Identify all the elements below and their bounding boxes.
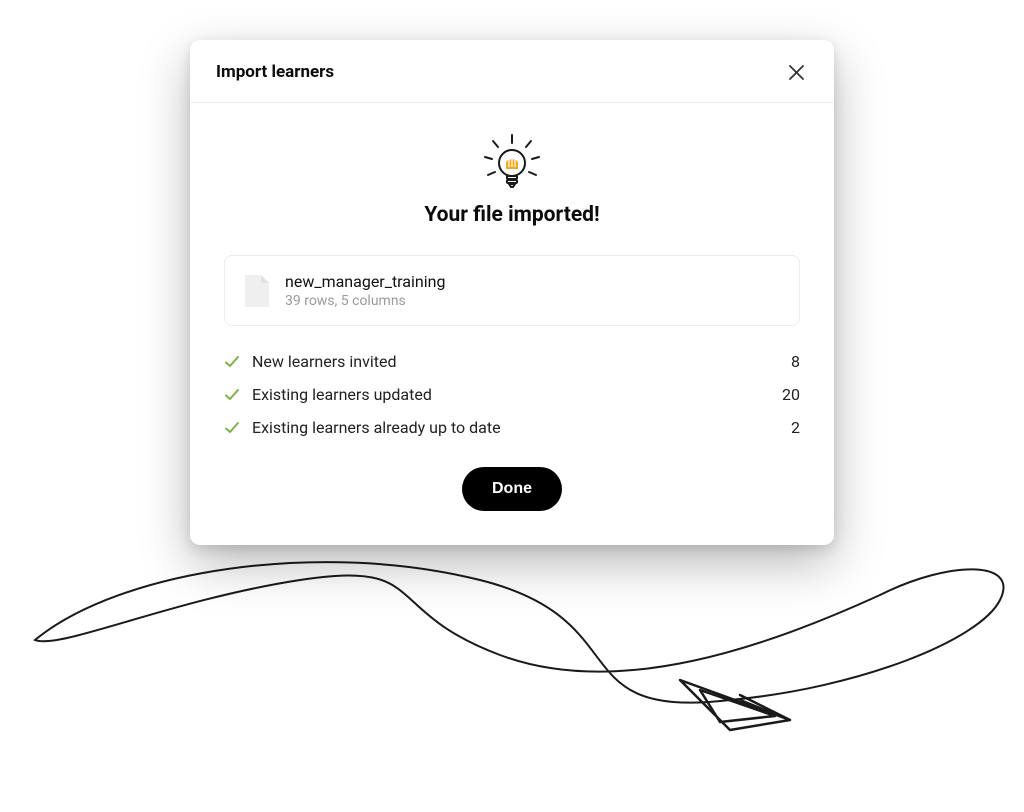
file-meta: 39 rows, 5 columns: [285, 293, 445, 309]
modal-title: Import learners: [216, 62, 334, 82]
modal-body: Your file imported! new_manager_training…: [190, 103, 834, 545]
success-title: Your file imported!: [424, 203, 599, 227]
result-count: 20: [782, 385, 800, 404]
check-icon: [224, 387, 240, 403]
result-label: Existing learners updated: [252, 385, 770, 404]
result-row: Existing learners already up to date 2: [224, 418, 800, 437]
modal-footer: Done: [224, 467, 800, 511]
lightbulb-icon: [477, 133, 547, 193]
success-hero: Your file imported!: [224, 133, 800, 227]
file-summary-card: new_manager_training 39 rows, 5 columns: [224, 255, 800, 326]
result-label: Existing learners already up to date: [252, 418, 779, 437]
check-icon: [224, 420, 240, 436]
close-icon: [789, 65, 804, 80]
result-count: 8: [791, 352, 800, 371]
done-button[interactable]: Done: [462, 467, 562, 511]
check-icon: [224, 354, 240, 370]
close-button[interactable]: [784, 60, 808, 84]
file-name: new_manager_training: [285, 272, 445, 291]
result-row: New learners invited 8: [224, 352, 800, 371]
file-text: new_manager_training 39 rows, 5 columns: [285, 272, 445, 309]
file-icon: [243, 275, 269, 307]
result-label: New learners invited: [252, 352, 779, 371]
modal-header: Import learners: [190, 40, 834, 103]
result-row: Existing learners updated 20: [224, 385, 800, 404]
import-results: New learners invited 8 Existing learners…: [224, 352, 800, 437]
import-learners-modal: Import learners: [190, 40, 834, 545]
result-count: 2: [791, 418, 800, 437]
